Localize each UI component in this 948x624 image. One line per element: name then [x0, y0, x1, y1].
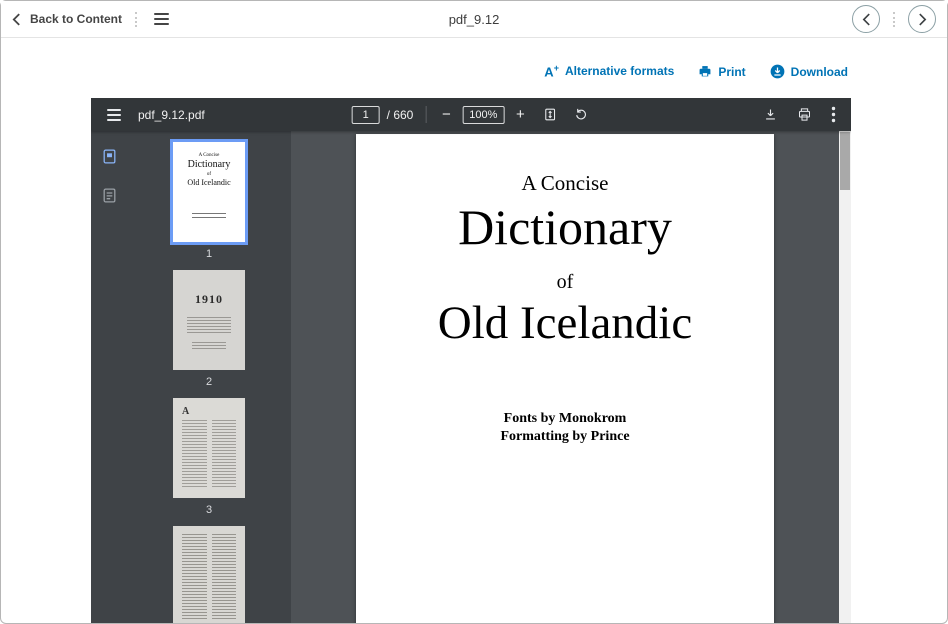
pdf-main-view: A Concise Dictionary of Old Icelandic Fo…: [291, 131, 839, 623]
download-link[interactable]: Download: [770, 64, 848, 79]
page-title-line-4: Old Icelandic: [356, 299, 774, 348]
thumbnail-2-label: 2: [206, 376, 212, 388]
thumbnail-1-preview: A Concise Dictionary of Old Icelandic: [173, 142, 245, 220]
dotted-divider: [135, 12, 137, 27]
alternative-formats-link[interactable]: A+ Alternative formats: [544, 64, 674, 78]
previous-unit-button[interactable]: [852, 5, 880, 33]
scrollbar-thumb[interactable]: [840, 132, 850, 190]
print-link[interactable]: Print: [698, 65, 745, 79]
pdf-filename: pdf_9.12.pdf: [138, 108, 205, 122]
pdf-sidebar: A Concise Dictionary of Old Icelandic 1 …: [91, 131, 291, 623]
thumbnail-1-label: 1: [206, 248, 212, 260]
thumbnail-page-1[interactable]: A Concise Dictionary of Old Icelandic: [173, 142, 245, 242]
credit-line-2: Formatting by Prince: [356, 428, 774, 446]
topbar-right-group: [852, 5, 936, 33]
print-icon: [698, 65, 712, 78]
page-title-line-3: of: [356, 271, 774, 294]
topbar-left-group: Back to Content: [12, 9, 173, 29]
chevron-left-icon: [12, 13, 21, 26]
document-outline-icon[interactable]: [96, 182, 122, 208]
sidebar-view-switcher: [96, 143, 122, 208]
thumbnail-page-3[interactable]: A: [173, 398, 245, 498]
credit-line-1: Fonts by Monokrom: [356, 410, 774, 428]
alternative-formats-label: Alternative formats: [565, 64, 674, 78]
document-actions-row: A+ Alternative formats Print Download: [544, 64, 848, 79]
pdf-page: A Concise Dictionary of Old Icelandic Fo…: [356, 134, 774, 623]
viewer-scrollbar[interactable]: [839, 131, 851, 623]
thumbnail-3-preview: A: [182, 406, 189, 417]
zoom-level-input[interactable]: [462, 106, 504, 124]
pdf-toolbar: pdf_9.12.pdf / 660 − +: [91, 98, 851, 131]
back-to-content-link[interactable]: Back to Content: [12, 12, 122, 26]
alternative-formats-icon: A+: [544, 64, 559, 78]
zoom-in-button[interactable]: +: [512, 107, 528, 122]
download-circle-icon: [770, 64, 785, 79]
thumbnail-3-label: 3: [206, 504, 212, 516]
toolbar-divider: [425, 106, 426, 123]
chevron-right-icon: [918, 13, 927, 26]
print-label: Print: [718, 65, 745, 79]
back-link-label: Back to Content: [30, 12, 122, 26]
pdf-sidebar-toggle-icon[interactable]: [104, 106, 124, 124]
pdf-download-icon[interactable]: [761, 105, 780, 124]
page-total-label: / 660: [387, 108, 414, 122]
page-title-line-1: A Concise: [356, 134, 774, 196]
dotted-divider: [893, 12, 895, 27]
course-outline-menu-icon[interactable]: [150, 9, 173, 29]
download-label: Download: [791, 65, 848, 79]
pdf-viewer: pdf_9.12.pdf / 660 − +: [91, 98, 851, 623]
thumbnail-page-2[interactable]: 1910: [173, 270, 245, 370]
chevron-left-icon: [862, 13, 871, 26]
unit-title: pdf_9.12: [449, 12, 500, 27]
rotate-icon[interactable]: [571, 105, 590, 124]
zoom-out-button[interactable]: −: [438, 107, 454, 122]
top-navigation-bar: Back to Content pdf_9.12: [1, 1, 947, 38]
thumbnails-view-icon[interactable]: [96, 143, 122, 169]
page-title-line-2: Dictionary: [356, 201, 774, 254]
thumbnail-page-4[interactable]: [173, 526, 245, 623]
thumbnail-panel: A Concise Dictionary of Old Icelandic 1 …: [127, 131, 291, 623]
thumbnail-2-preview: 1910: [173, 270, 245, 307]
fit-to-page-icon[interactable]: [540, 105, 559, 124]
page-number-input[interactable]: [352, 106, 380, 124]
page-credits: Fonts by Monokrom Formatting by Prince: [356, 410, 774, 446]
pdf-print-icon[interactable]: [795, 105, 814, 124]
next-unit-button[interactable]: [908, 5, 936, 33]
more-options-icon[interactable]: [829, 104, 838, 125]
pdf-toolbar-right-controls: [761, 104, 838, 125]
pdf-toolbar-center-controls: / 660 − +: [352, 105, 591, 124]
